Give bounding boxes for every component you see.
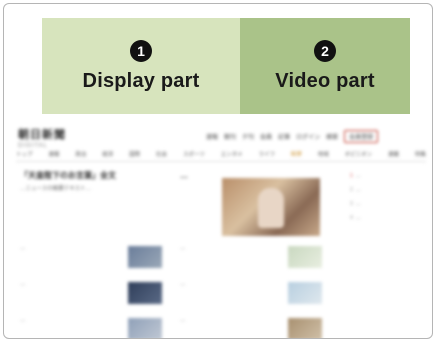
site-logo[interactable]: 朝日新聞 DIGITAL — [18, 126, 66, 149]
top-nav: 速報 朝刊 夕刊 会員 記事 ログイン 検索 会員登録 — [206, 130, 379, 143]
nav-item[interactable]: 社会 — [156, 150, 167, 158]
news-thumbnail — [128, 318, 162, 338]
number-badge-2: 2 — [314, 39, 336, 62]
news-text: … — [180, 245, 186, 251]
logo-main-text: 朝日新聞 — [18, 129, 66, 141]
news-item[interactable]: … — [20, 280, 162, 306]
top-nav-item[interactable]: 夕刊 — [242, 132, 254, 141]
ranking-sidebar: 1 … 2 … 3 … 4 … — [350, 172, 420, 228]
top-nav-item[interactable]: 朝刊 — [224, 132, 236, 141]
nav-item[interactable]: 科学 — [291, 150, 302, 158]
news-text: … — [20, 245, 26, 251]
ranking-item[interactable]: 1 … — [350, 172, 420, 180]
video-part-text: Video part — [275, 69, 375, 92]
top-nav-item[interactable]: ログイン — [296, 132, 320, 141]
logo-sub-text: DIGITAL — [18, 143, 48, 149]
ranking-text: … — [355, 173, 361, 179]
display-part-text: Display part — [82, 69, 200, 92]
news-item[interactable]: … — [20, 316, 162, 338]
nav-item[interactable]: 地域 — [318, 150, 329, 158]
nav-item[interactable]: エンタメ — [221, 150, 243, 158]
video-person-figure — [258, 188, 284, 228]
headline-title: 「天皇陛下のお言葉」全文 — [20, 171, 116, 180]
news-item[interactable]: … — [20, 244, 162, 270]
ranking-item[interactable]: 3 … — [350, 200, 420, 208]
news-item[interactable]: … — [180, 280, 322, 306]
top-nav-item[interactable]: 速報 — [206, 132, 218, 141]
nav-item[interactable]: 速報 — [48, 150, 59, 158]
ranking-text: … — [355, 187, 361, 193]
nav-item[interactable]: 政治 — [75, 150, 86, 158]
news-item[interactable]: … — [180, 244, 322, 270]
blurred-news-site: 朝日新聞 DIGITAL 速報 朝刊 夕刊 会員 記事 ログイン 検索 会員登録… — [10, 122, 430, 338]
top-nav-item[interactable]: 検索 — [326, 132, 338, 141]
video-thumbnail[interactable] — [222, 178, 320, 236]
ranking-number: 1 — [350, 173, 353, 179]
nav-item[interactable]: 経済 — [102, 150, 113, 158]
nav-item[interactable]: 国際 — [129, 150, 140, 158]
news-item[interactable]: … — [180, 316, 322, 338]
nav-item[interactable]: 特集 — [415, 150, 426, 158]
display-part-label: 1 Display part — [42, 18, 240, 114]
news-text: … — [20, 281, 26, 287]
news-text: … — [180, 317, 186, 323]
ranking-number: 4 — [350, 215, 353, 221]
top-nav-item[interactable]: 記事 — [278, 132, 290, 141]
news-thumbnail — [128, 246, 162, 268]
news-thumbnail — [128, 282, 162, 304]
nav-item[interactable]: スポーツ — [183, 150, 205, 158]
part-labels: 1 Display part 2 Video part — [42, 18, 410, 114]
ranking-text: … — [355, 201, 361, 207]
headline-summary: …ニュースの概要テキスト… — [20, 186, 92, 192]
number-badge-1: 1 — [130, 39, 152, 62]
news-thumbnail — [288, 282, 322, 304]
nav-item[interactable]: オピニオン — [345, 150, 373, 158]
ranking-number: 3 — [350, 201, 353, 207]
ranking-item[interactable]: 2 … — [350, 186, 420, 194]
register-button[interactable]: 会員登録 — [344, 130, 379, 143]
news-text: … — [20, 317, 26, 323]
news-thumbnail — [288, 318, 322, 338]
ranking-number: 2 — [350, 187, 353, 193]
main-headline[interactable]: 「天皇陛下のお言葉」全文 …ニュースの概要テキスト… — [20, 170, 170, 194]
nav-item[interactable]: トップ — [16, 150, 33, 158]
illustration-frame: 1 Display part 2 Video part 朝日新聞 DIGITAL… — [3, 3, 433, 339]
video-part-label: 2 Video part — [240, 18, 410, 114]
nav-item[interactable]: 連載 — [388, 150, 399, 158]
news-thumbnail — [288, 246, 322, 268]
ranking-item[interactable]: 4 … — [350, 214, 420, 222]
news-text: … — [180, 281, 186, 287]
ranking-text: … — [355, 215, 361, 221]
top-nav-item[interactable]: 会員 — [260, 132, 272, 141]
category-nav: トップ 速報 政治 経済 国際 社会 スポーツ エンタメ ライフ 科学 地域 オ… — [16, 150, 426, 162]
nav-item[interactable]: ライフ — [258, 150, 275, 158]
